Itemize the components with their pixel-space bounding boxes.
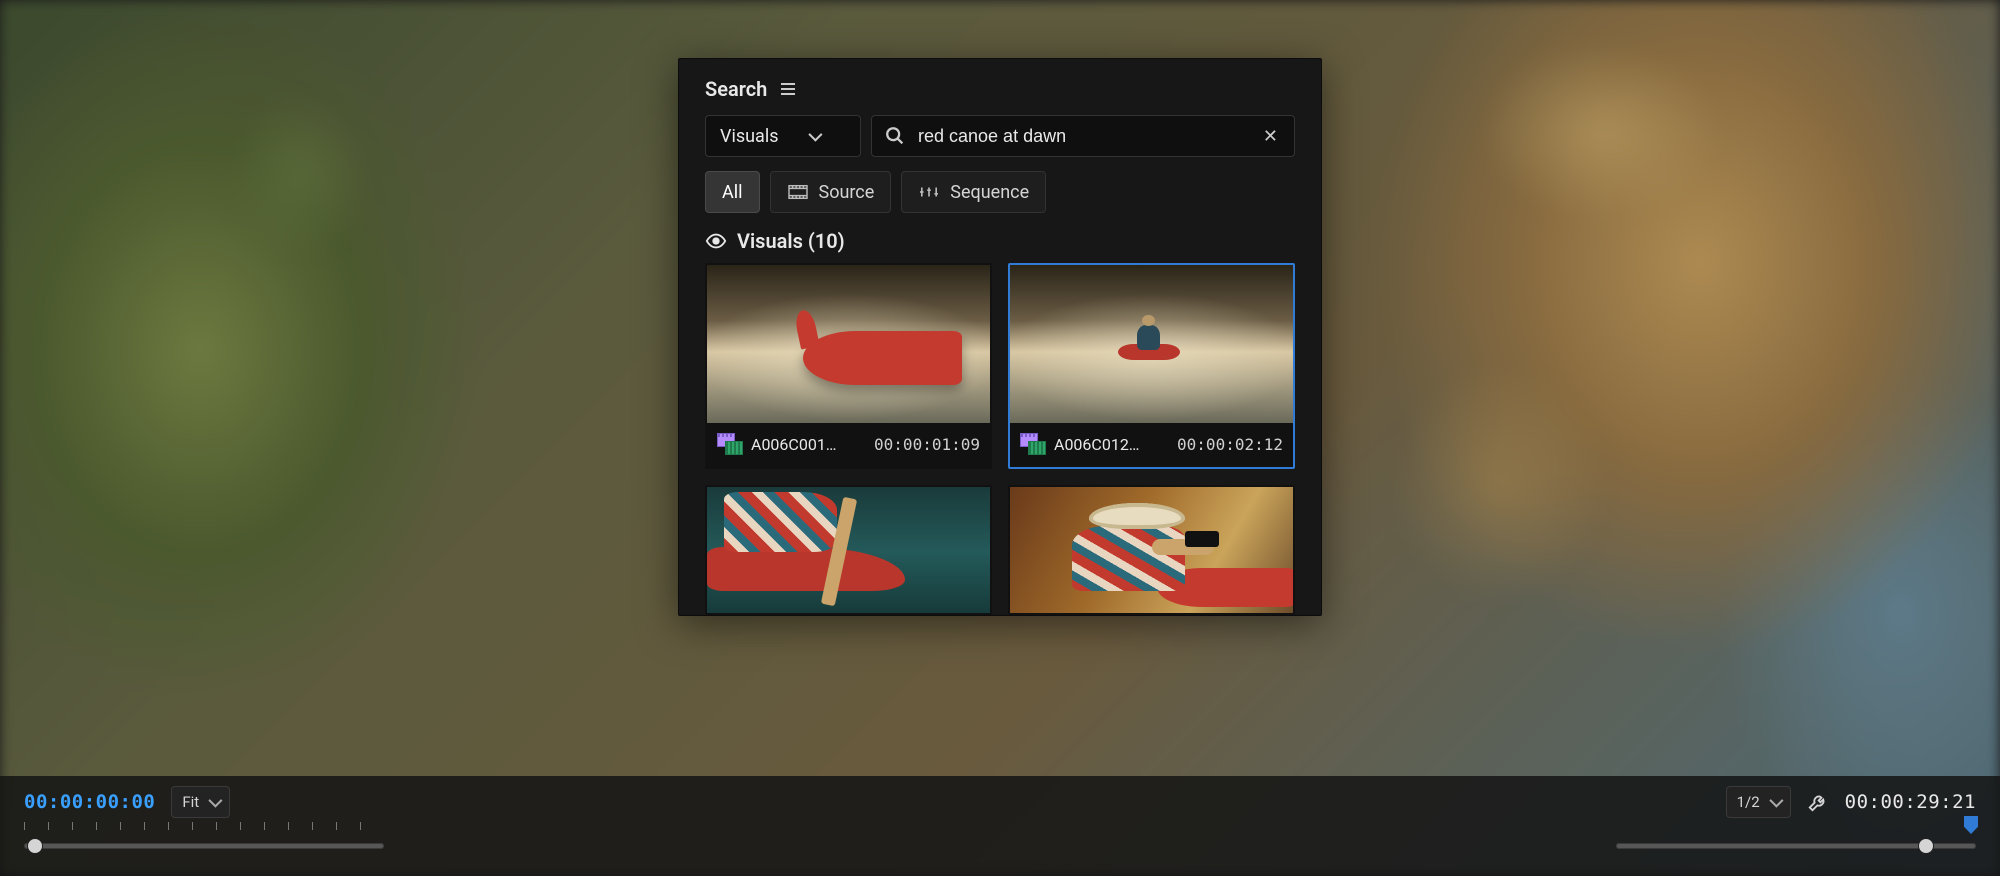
av-clip-icon [717, 433, 743, 455]
results-grid: A006C001… 00:00:01:09 A006C012… 00:00:02… [679, 263, 1321, 615]
playback-resolution-label: 1/2 [1737, 793, 1760, 811]
av-clip-icon [1020, 433, 1046, 455]
tick-marks [24, 822, 384, 830]
clip-thumbnail [707, 265, 990, 423]
chevron-down-icon [1769, 794, 1783, 808]
filter-chip-all[interactable]: All [705, 171, 760, 213]
scrub-track [24, 843, 384, 849]
clip-thumbnail [1010, 487, 1293, 615]
playhead-timecode[interactable]: 00:00:00:00 [24, 791, 155, 813]
scrub-knob[interactable] [1918, 838, 1934, 854]
filter-chip-sequence[interactable]: Sequence [901, 171, 1046, 213]
visuals-eye-icon [705, 230, 727, 252]
filter-chip-source[interactable]: Source [770, 171, 892, 213]
player-controls-bar: 00:00:00:00 Fit 1/2 00:00:29:21 [0, 776, 2000, 876]
clip-duration: 00:00:02:12 [1177, 435, 1283, 454]
panel-menu-icon[interactable] [781, 83, 795, 95]
sequence-duration-timecode[interactable]: 00:00:29:21 [1845, 791, 1976, 813]
search-input[interactable] [918, 126, 1247, 147]
clip-duration: 00:00:01:09 [874, 435, 980, 454]
source-clip-icon [787, 183, 809, 201]
result-clip[interactable] [705, 485, 992, 615]
panel-title: Search [705, 77, 767, 101]
search-scope-label: Visuals [720, 126, 779, 147]
clear-search-icon[interactable]: ✕ [1259, 122, 1282, 151]
results-heading: Visuals (10) [737, 229, 845, 253]
clip-name: A006C001… [751, 435, 866, 454]
media-search-panel: Search Visuals ✕ All [678, 58, 1322, 616]
result-clip[interactable] [1008, 485, 1295, 615]
zoom-dropdown[interactable]: Fit [171, 786, 230, 818]
clip-name: A006C012… [1054, 435, 1169, 454]
scrub-knob[interactable] [27, 838, 43, 854]
settings-wrench-icon[interactable] [1807, 791, 1829, 813]
viewer-scrubber-left[interactable] [24, 834, 384, 858]
chevron-down-icon [209, 794, 223, 808]
out-point-marker[interactable] [1964, 816, 1978, 834]
result-clip[interactable]: A006C012… 00:00:02:12 [1008, 263, 1295, 469]
zoom-dropdown-label: Fit [182, 793, 199, 811]
search-scope-dropdown[interactable]: Visuals [705, 115, 861, 157]
search-icon [884, 125, 906, 147]
search-field[interactable]: ✕ [871, 115, 1295, 157]
result-clip[interactable]: A006C001… 00:00:01:09 [705, 263, 992, 469]
clip-thumbnail [707, 487, 990, 615]
clip-thumbnail [1010, 265, 1293, 423]
viewer-scrubber-right[interactable] [1616, 834, 1976, 858]
chevron-down-icon [808, 128, 822, 142]
playback-resolution-dropdown[interactable]: 1/2 [1726, 786, 1791, 818]
sequence-icon [918, 183, 940, 201]
